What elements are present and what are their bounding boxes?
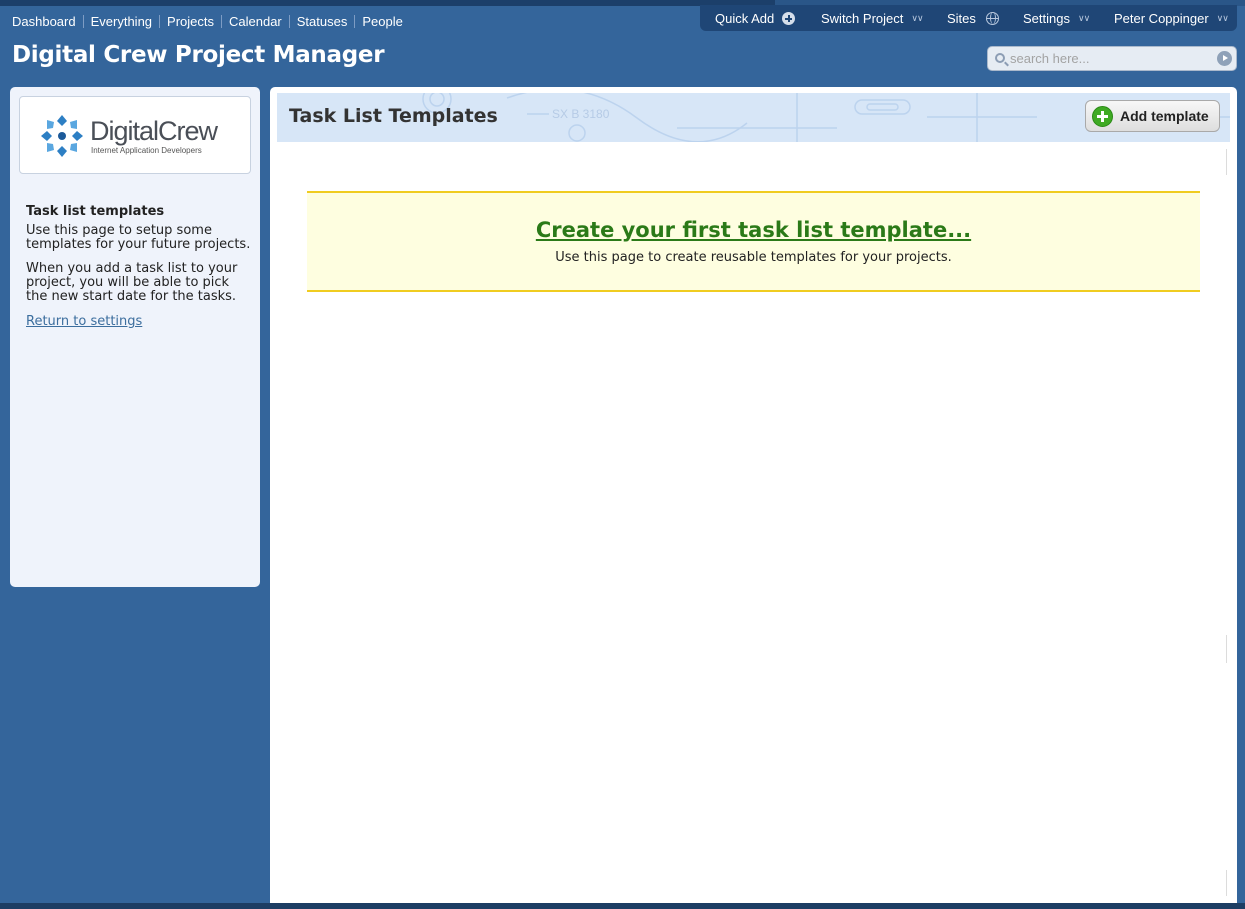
nav-everything[interactable]: Everything xyxy=(91,14,152,29)
quick-add-menu[interactable]: Quick Add xyxy=(715,11,796,26)
scroll-edge xyxy=(1226,870,1227,896)
sites-menu[interactable]: Sites xyxy=(947,11,999,26)
nav-dashboard[interactable]: Dashboard xyxy=(12,14,76,29)
add-template-button[interactable]: Add template xyxy=(1085,100,1220,132)
page-title: Task List Templates xyxy=(289,105,498,127)
return-to-settings-link[interactable]: Return to settings xyxy=(26,314,142,329)
main-panel: SX B 3180 Task List Templates Add templa… xyxy=(270,87,1237,903)
search-icon xyxy=(995,53,1005,63)
nav-separator xyxy=(159,15,161,28)
switch-project-menu[interactable]: Switch Project ∨∨ xyxy=(821,11,924,26)
settings-menu[interactable]: Settings ∨∨ xyxy=(1023,11,1090,26)
plus-circle-icon xyxy=(782,12,796,25)
sidebar-help-text: Use this page to setup some templates fo… xyxy=(26,223,251,252)
sites-label: Sites xyxy=(947,11,976,26)
nav-statuses[interactable]: Statuses xyxy=(297,14,348,29)
settings-label: Settings xyxy=(1023,11,1070,26)
search-box xyxy=(987,46,1237,71)
scroll-edge xyxy=(1226,149,1227,175)
add-template-label: Add template xyxy=(1120,108,1209,124)
search-go-icon[interactable] xyxy=(1217,51,1232,66)
top-strip-dark xyxy=(0,0,775,6)
scroll-edge xyxy=(1226,635,1227,663)
nav-people[interactable]: People xyxy=(362,14,402,29)
switch-project-label: Switch Project xyxy=(821,11,904,26)
sidebar: DigitalCrew Internet Application Develop… xyxy=(10,87,260,587)
company-logo: DigitalCrew Internet Application Develop… xyxy=(19,96,251,174)
chevron-down-icon: ∨∨ xyxy=(1216,13,1229,23)
sidebar-heading: Task list templates xyxy=(26,204,165,219)
sidebar-help-text: When you add a task list to your project… xyxy=(26,261,238,304)
nav-projects[interactable]: Projects xyxy=(167,14,214,29)
nav-separator xyxy=(288,15,290,28)
nav-separator xyxy=(354,15,356,28)
create-first-template-link[interactable]: Create your first task list template... xyxy=(307,218,1200,242)
nav-separator xyxy=(82,15,84,28)
bottom-strip xyxy=(0,903,1245,909)
top-nav: Dashboard Everything Projects Calendar S… xyxy=(12,14,403,29)
app-title: Digital Crew Project Manager xyxy=(12,42,385,68)
logo-wordmark: DigitalCrew xyxy=(90,116,218,146)
user-menu[interactable]: Peter Coppinger ∨∨ xyxy=(1114,11,1229,26)
nav-separator xyxy=(221,15,222,28)
empty-state-text: Use this page to create reusable templat… xyxy=(555,250,952,265)
globe-icon xyxy=(985,12,999,25)
add-icon xyxy=(1092,105,1113,127)
chevron-down-icon: ∨∨ xyxy=(911,13,923,23)
chevron-down-icon: ∨∨ xyxy=(1077,13,1090,23)
page-header: SX B 3180 Task List Templates Add templa… xyxy=(277,93,1230,142)
quick-add-label: Quick Add xyxy=(715,11,775,26)
nav-calendar[interactable]: Calendar xyxy=(229,14,282,29)
user-bar: Quick Add Switch Project ∨∨ Sites Settin… xyxy=(700,5,1237,31)
blueprint-label: SX B 3180 xyxy=(552,107,610,121)
logo-tagline: Internet Application Developers xyxy=(91,146,202,155)
empty-state-notice: Create your first task list template... … xyxy=(307,191,1200,292)
digitalcrew-logo-icon xyxy=(41,115,83,157)
search-input[interactable] xyxy=(1010,50,1210,67)
user-name: Peter Coppinger xyxy=(1114,11,1209,26)
